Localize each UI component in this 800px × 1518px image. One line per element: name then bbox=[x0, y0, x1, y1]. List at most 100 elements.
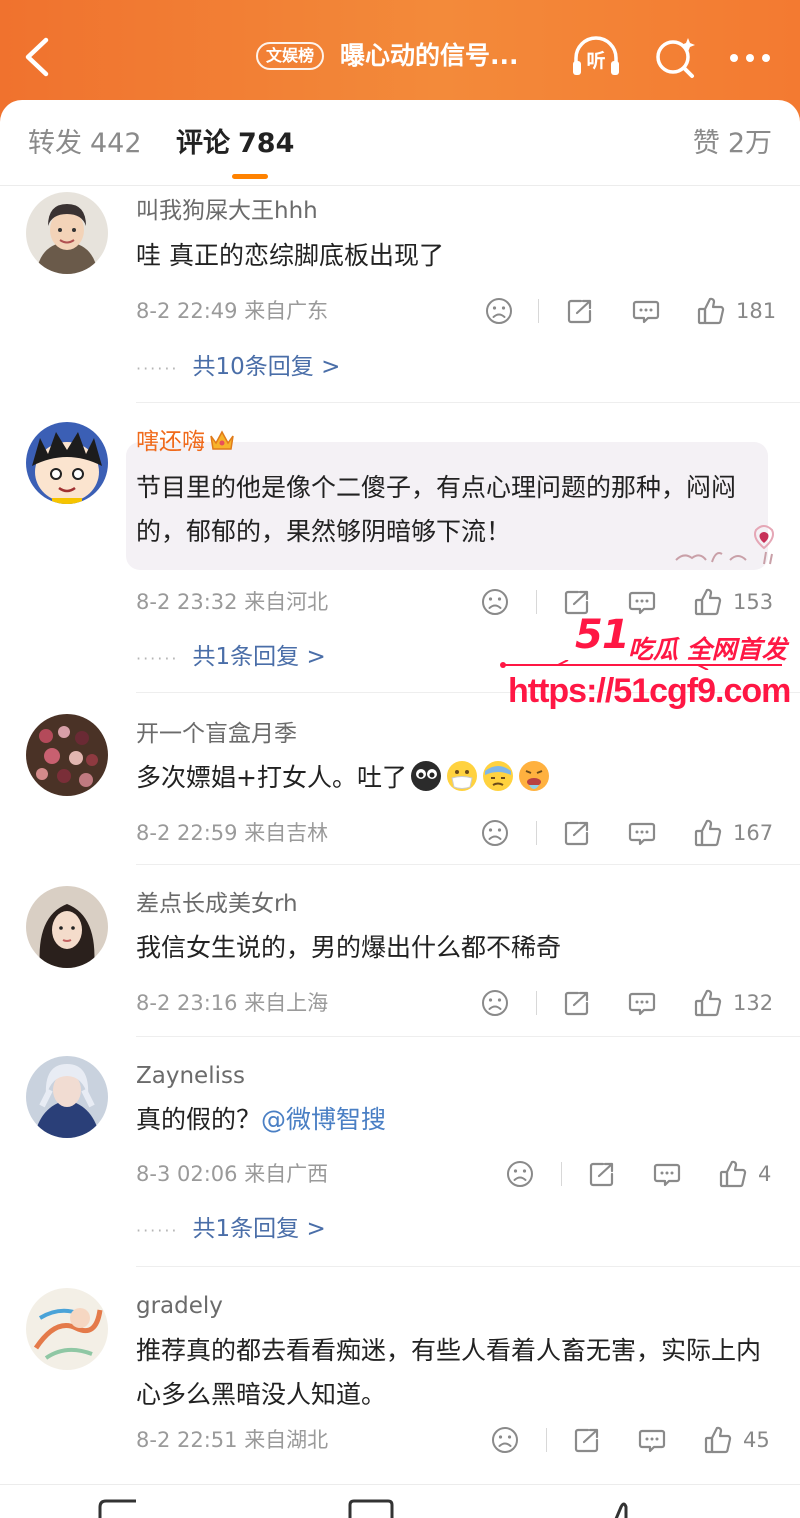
username[interactable]: Zayneliss bbox=[136, 1060, 245, 1092]
username[interactable]: 差点长成美女rh bbox=[136, 888, 298, 920]
tab-comments-label: 评论 bbox=[176, 128, 230, 159]
avatar[interactable] bbox=[26, 422, 108, 504]
like-button[interactable] bbox=[693, 818, 723, 848]
share-button[interactable] bbox=[572, 1425, 602, 1455]
repost-icon[interactable] bbox=[96, 1499, 146, 1518]
divider bbox=[546, 1428, 547, 1452]
thumbs-up-icon[interactable] bbox=[606, 1499, 636, 1518]
tab-forward-label: 转发 bbox=[28, 128, 82, 159]
comment-meta: 8-2 22:59 来自吉林 bbox=[136, 818, 328, 848]
replies-dots: ······ bbox=[136, 359, 179, 378]
avatar[interactable] bbox=[26, 1288, 108, 1370]
share-button[interactable] bbox=[565, 296, 595, 326]
like-count: 181 bbox=[736, 299, 777, 323]
dislike-button[interactable] bbox=[480, 587, 510, 617]
avatar[interactable] bbox=[26, 1056, 108, 1138]
search-button[interactable] bbox=[650, 34, 702, 80]
avatar-image bbox=[26, 1056, 108, 1138]
sweat-face-emoji-icon bbox=[482, 761, 513, 791]
tab-comments[interactable]: 评论 784 bbox=[176, 124, 294, 164]
reply-button[interactable] bbox=[652, 1159, 682, 1189]
avatar-image bbox=[26, 192, 108, 274]
watermark-url: https://51cgf9.com bbox=[508, 672, 791, 710]
tab-likes-count: 2万 bbox=[727, 128, 772, 159]
tab-likes[interactable]: 赞 2万 bbox=[693, 124, 772, 164]
like-button[interactable] bbox=[718, 1159, 748, 1189]
reply-button[interactable] bbox=[627, 988, 657, 1018]
mention-link[interactable]: @微博智搜 bbox=[261, 1105, 386, 1134]
reply-button[interactable] bbox=[627, 818, 657, 848]
username[interactable]: 嗐还嗨 bbox=[136, 426, 235, 458]
thumbs-up-icon bbox=[694, 588, 722, 616]
comment-text: 我信女生说的，男的爆出什么都不稀奇 bbox=[136, 933, 562, 962]
more-button[interactable] bbox=[724, 34, 776, 80]
comment-time: 8-2 23:16 bbox=[136, 991, 238, 1015]
comment-location: 来自吉林 bbox=[244, 821, 329, 845]
like-count: 45 bbox=[743, 1428, 770, 1452]
comment-icon[interactable] bbox=[346, 1499, 396, 1518]
comment-meta: 8-2 22:49 来自广东 bbox=[136, 296, 328, 326]
like-button[interactable] bbox=[696, 296, 726, 326]
active-tab-indicator bbox=[232, 174, 268, 179]
dislike-button[interactable] bbox=[480, 988, 510, 1018]
view-replies-link[interactable]: ······ 共10条回复 > bbox=[136, 350, 340, 386]
divider bbox=[536, 590, 537, 614]
username[interactable]: gradely bbox=[136, 1290, 223, 1322]
comment-icon bbox=[628, 591, 656, 615]
share-button[interactable] bbox=[587, 1159, 617, 1189]
bottom-action-bar bbox=[0, 1484, 800, 1518]
comment-text: 多次嫖娼+打女人。吐了 bbox=[136, 756, 776, 800]
like-button[interactable] bbox=[693, 587, 723, 617]
dislike-button[interactable] bbox=[505, 1159, 535, 1189]
dislike-button[interactable] bbox=[480, 818, 510, 848]
frown-face-icon bbox=[507, 1161, 533, 1187]
chevron-left-icon bbox=[25, 37, 49, 77]
watermark-circuit-line-icon bbox=[500, 660, 782, 670]
view-replies-link[interactable]: ······ 共1条回复 > bbox=[136, 640, 326, 676]
comment-text-body: 真的假的？ bbox=[136, 1105, 262, 1134]
reply-button[interactable] bbox=[637, 1425, 667, 1455]
like-count: 4 bbox=[758, 1162, 772, 1186]
comment-meta: 8-3 02:06 来自广西 bbox=[136, 1159, 328, 1189]
share-icon bbox=[564, 991, 589, 1016]
divider bbox=[136, 1266, 800, 1267]
dark-crying-emoji-icon bbox=[410, 761, 441, 791]
reply-button[interactable] bbox=[631, 296, 661, 326]
reply-button[interactable] bbox=[627, 587, 657, 617]
username[interactable]: 叫我狗屎大王hhh bbox=[136, 195, 318, 227]
share-icon bbox=[589, 1162, 614, 1187]
username[interactable]: 开一个盲盒月季 bbox=[136, 718, 297, 750]
listen-button[interactable]: 听 bbox=[570, 34, 622, 80]
frown-face-icon bbox=[482, 990, 508, 1016]
avatar[interactable] bbox=[26, 886, 108, 968]
thumbs-up-icon bbox=[704, 1426, 732, 1454]
dislike-button[interactable] bbox=[484, 296, 514, 326]
comment-location: 来自上海 bbox=[244, 991, 329, 1015]
like-button[interactable] bbox=[693, 988, 723, 1018]
back-button[interactable] bbox=[18, 34, 58, 80]
like-button[interactable] bbox=[703, 1425, 733, 1455]
tab-forward-count: 442 bbox=[90, 128, 142, 159]
divider bbox=[136, 402, 800, 403]
topic-badge[interactable]: 文娱榜 bbox=[256, 42, 325, 70]
replies-dots: ······ bbox=[136, 1221, 179, 1240]
tab-forward[interactable]: 转发 442 bbox=[28, 124, 142, 164]
comment-location: 来自河北 bbox=[244, 590, 329, 614]
comment-item: 差点长成美女rh 我信女生说的，男的爆出什么都不稀奇 8-2 23:16 来自上… bbox=[0, 866, 800, 1038]
dislike-button[interactable] bbox=[490, 1425, 520, 1455]
comment-location: 来自广西 bbox=[244, 1162, 329, 1186]
comment-actions: 45 bbox=[490, 1425, 790, 1459]
username-text: 嗐还嗨 bbox=[136, 429, 205, 455]
avatar[interactable] bbox=[26, 192, 108, 274]
share-button[interactable] bbox=[562, 988, 592, 1018]
topic-title[interactable]: 曝心动的信号... bbox=[340, 38, 519, 74]
comment-actions: 132 bbox=[480, 988, 780, 1022]
share-button[interactable] bbox=[562, 818, 592, 848]
thumbs-up-icon bbox=[719, 1160, 747, 1188]
replies-label: 共1条回复 > bbox=[192, 644, 326, 670]
avatar[interactable] bbox=[26, 714, 108, 796]
view-replies-link[interactable]: ······ 共1条回复 > bbox=[136, 1212, 326, 1248]
like-count: 132 bbox=[733, 991, 774, 1015]
comment-meta: 8-2 22:51 来自湖北 bbox=[136, 1425, 328, 1455]
comment-actions: 4 bbox=[505, 1159, 795, 1193]
